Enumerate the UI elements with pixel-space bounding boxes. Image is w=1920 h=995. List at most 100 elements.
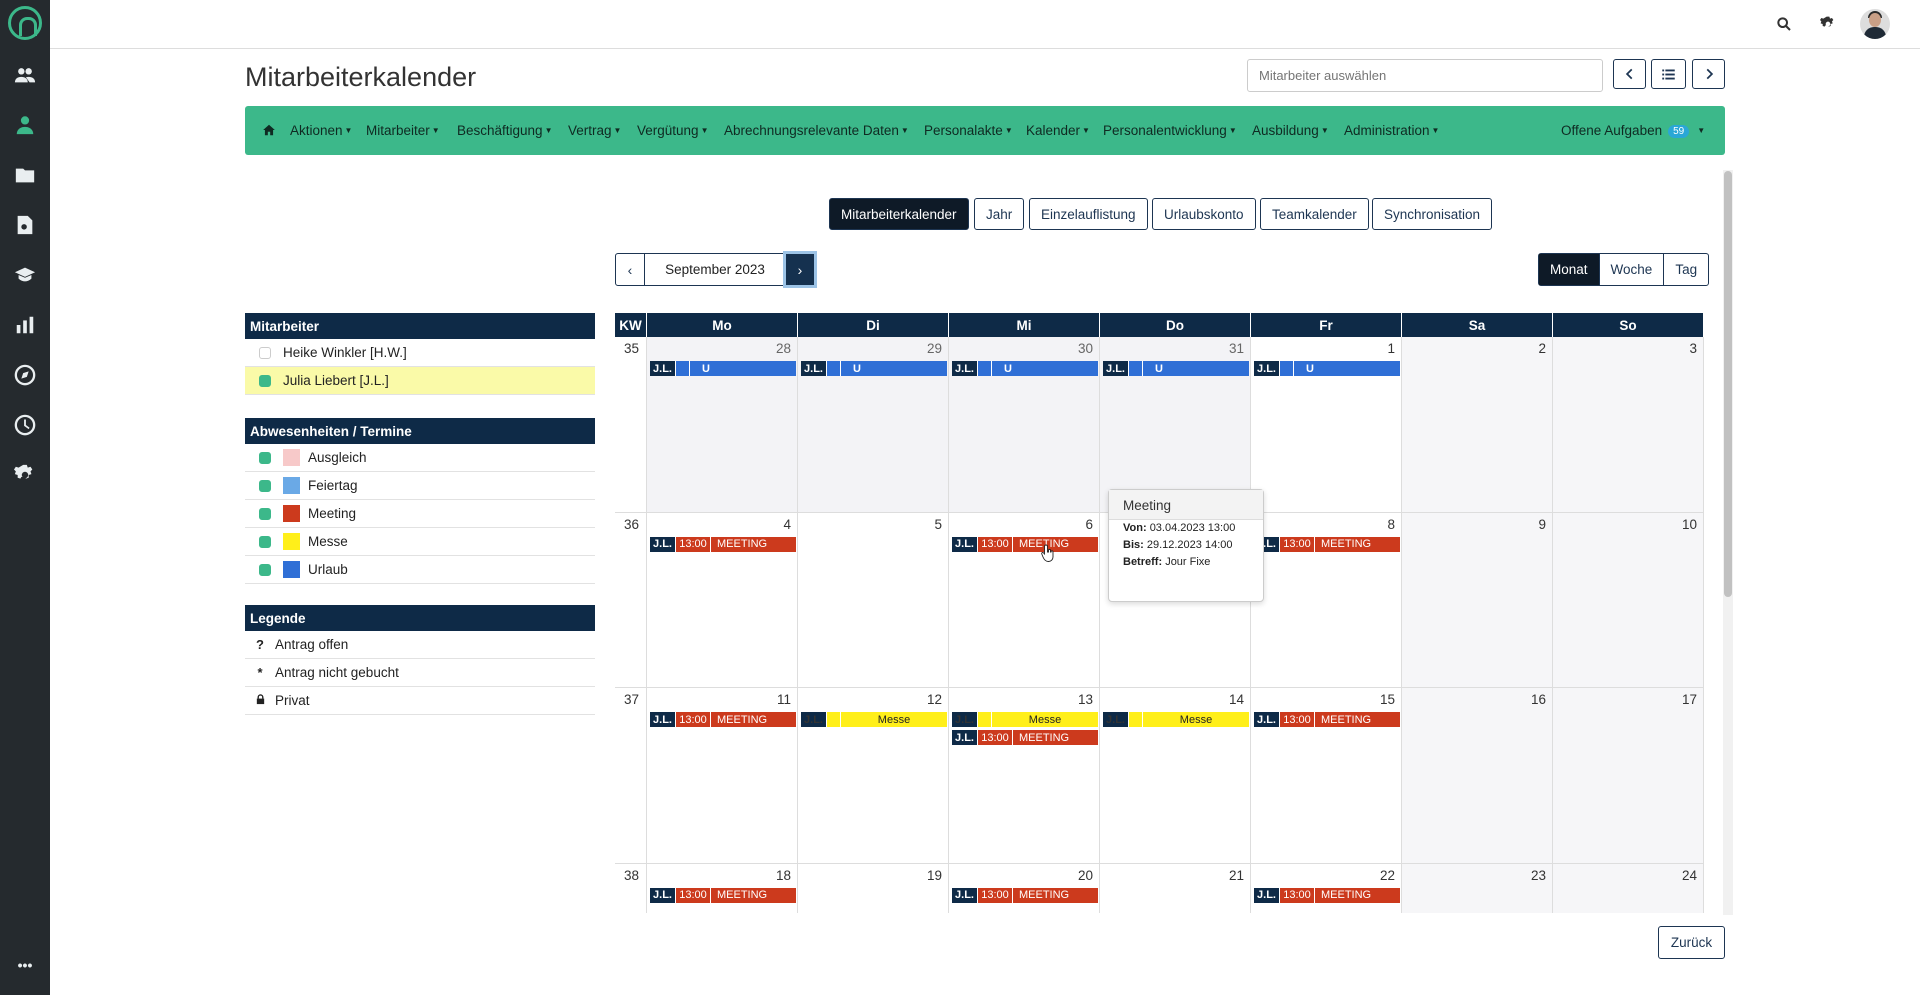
open-tasks-menu[interactable]: Offene Aufgaben 59 ▼ (1561, 123, 1705, 138)
back-button[interactable]: Zurück (1658, 926, 1725, 959)
nav-vertrag[interactable]: Vertrag ▼ (568, 123, 621, 138)
absence-type-label: Meeting (308, 506, 357, 521)
employee-checkbox[interactable] (259, 346, 271, 359)
event-time: 13:00 (978, 730, 1013, 745)
team-icon[interactable] (0, 55, 50, 95)
tab-jahr[interactable]: Jahr (974, 198, 1025, 230)
event-label: U (1294, 361, 1400, 376)
home-icon[interactable] (262, 123, 276, 140)
absence-checkbox[interactable] (259, 507, 271, 520)
previous-employee-button[interactable] (1613, 59, 1646, 89)
day-cell[interactable]: 17 (1553, 688, 1704, 864)
absence-checkbox[interactable] (259, 535, 271, 548)
meeting-event[interactable]: J.L. 13:00 MEETING (1254, 712, 1400, 727)
absence-type-row[interactable]: Feiertag (245, 472, 595, 500)
urlaub-event[interactable]: J.L. U (801, 361, 947, 376)
page-scrollbar[interactable] (1723, 170, 1733, 915)
graduation-cap-icon[interactable] (0, 255, 50, 295)
day-cell[interactable]: 24 (1553, 863, 1704, 913)
absence-checkbox[interactable] (259, 451, 271, 464)
employee-row[interactable]: Heike Winkler [H.W.] (245, 339, 595, 367)
meeting-event[interactable]: J.L. 13:00 MEETING (650, 536, 796, 552)
chart-icon[interactable] (0, 305, 50, 345)
event-time: 13:00 (978, 536, 1013, 552)
day-cell[interactable]: 9 (1402, 512, 1553, 688)
event-gap (978, 712, 992, 727)
day-cell[interactable]: 19 (798, 863, 949, 913)
settings-icon[interactable] (0, 455, 50, 495)
user-avatar[interactable] (1860, 9, 1890, 39)
urlaub-event[interactable]: J.L. U (952, 361, 1098, 376)
meeting-event[interactable]: J.L. 13:00 MEETING (650, 887, 796, 903)
day-number: 21 (1228, 867, 1244, 883)
absence-type-row[interactable]: Meeting (245, 500, 595, 528)
absence-checkbox[interactable] (259, 563, 271, 576)
view-week-button[interactable]: Woche (1598, 254, 1664, 285)
messe-event[interactable]: J.L. Messe (801, 712, 947, 727)
view-month-button[interactable]: Monat (1539, 254, 1599, 285)
tab-mitarbeiterkalender[interactable]: Mitarbeiterkalender (829, 198, 969, 230)
folder-icon[interactable] (0, 155, 50, 195)
meeting-event[interactable]: J.L. 13:00 MEETING (952, 730, 1098, 745)
nav-beschaeftigung[interactable]: Beschäftigung ▼ (457, 123, 552, 138)
app-logo[interactable] (8, 6, 42, 40)
day-cell[interactable]: 5 (798, 512, 949, 688)
tab-urlaubskonto[interactable]: Urlaubskonto (1152, 198, 1256, 230)
next-month-button[interactable]: › (786, 254, 814, 285)
day-cell[interactable]: 21 (1100, 863, 1251, 913)
nav-aktionen[interactable]: Aktionen ▼ (290, 123, 352, 138)
absence-checkbox[interactable] (259, 479, 271, 492)
asterisk-icon: * (257, 665, 263, 680)
employee-row[interactable]: Julia Liebert [J.L.] (245, 367, 595, 395)
nav-personalakte[interactable]: Personalakte ▼ (924, 123, 1013, 138)
next-employee-button[interactable] (1692, 59, 1725, 89)
clock-icon[interactable] (0, 405, 50, 445)
messe-event[interactable]: J.L. Messe (1103, 712, 1249, 727)
meeting-event[interactable]: J.L. 13:00 MEETING (952, 536, 1098, 552)
document-search-icon[interactable] (0, 205, 50, 245)
search-icon[interactable] (1774, 14, 1794, 34)
hand-cursor-icon (1041, 544, 1054, 562)
gear-icon[interactable] (1818, 14, 1838, 34)
event-time: 13:00 (1280, 887, 1315, 903)
absence-type-row[interactable]: Urlaub (245, 556, 595, 584)
nav-personalentwicklung[interactable]: Personalentwicklung ▼ (1103, 123, 1237, 138)
employee-search-input[interactable] (1247, 59, 1603, 92)
day-cell[interactable]: 10 (1553, 512, 1704, 688)
nav-mitarbeiter[interactable]: Mitarbeiter ▼ (366, 123, 440, 138)
urlaub-event[interactable]: J.L. U (1254, 361, 1400, 376)
urlaub-event[interactable]: J.L. U (650, 361, 796, 376)
day-cell[interactable]: 16 (1402, 688, 1553, 864)
nav-abrechnungsrelevante-daten[interactable]: Abrechnungsrelevante Daten ▼ (724, 123, 909, 138)
urlaub-event[interactable]: J.L. U (1103, 361, 1249, 376)
day-number: 11 (776, 692, 791, 707)
event-label: U (1143, 361, 1249, 376)
nav-kalender[interactable]: Kalender ▼ (1026, 123, 1090, 138)
compass-icon[interactable] (0, 355, 50, 395)
weekday-header: Di (798, 313, 949, 337)
employee-icon[interactable] (0, 105, 50, 145)
previous-month-button[interactable]: ‹ (616, 254, 644, 285)
day-cell[interactable]: 2 (1402, 337, 1553, 513)
current-month-label[interactable]: September 2023 (644, 254, 786, 285)
messe-event[interactable]: J.L. Messe (952, 712, 1098, 727)
tab-teamkalender[interactable]: Teamkalender (1260, 198, 1369, 230)
absence-type-row[interactable]: Ausgleich (245, 444, 595, 472)
absence-type-row[interactable]: Messe (245, 528, 595, 556)
nav-ausbildung[interactable]: Ausbildung ▼ (1252, 123, 1329, 138)
view-day-button[interactable]: Tag (1663, 254, 1708, 285)
nav-verguetung[interactable]: Vergütung ▼ (637, 123, 708, 138)
meeting-event[interactable]: J.L. 13:00 MEETING (1254, 887, 1400, 903)
list-view-button[interactable] (1651, 59, 1686, 89)
employee-checkbox[interactable] (259, 374, 271, 387)
meeting-event[interactable]: J.L. 13:00 MEETING (650, 712, 796, 727)
tab-einzelauflistung[interactable]: Einzelauflistung (1029, 198, 1148, 230)
day-number: 4 (783, 516, 791, 532)
nav-administration[interactable]: Administration ▼ (1344, 123, 1439, 138)
day-cell[interactable]: 23 (1402, 863, 1553, 913)
more-icon[interactable]: ••• (0, 945, 50, 985)
meeting-event[interactable]: J.L. 13:00 MEETING (1254, 536, 1400, 552)
day-cell[interactable]: 3 (1553, 337, 1704, 513)
meeting-event[interactable]: J.L. 13:00 MEETING (952, 887, 1098, 903)
tab-synchronisation[interactable]: Synchronisation (1372, 198, 1493, 230)
